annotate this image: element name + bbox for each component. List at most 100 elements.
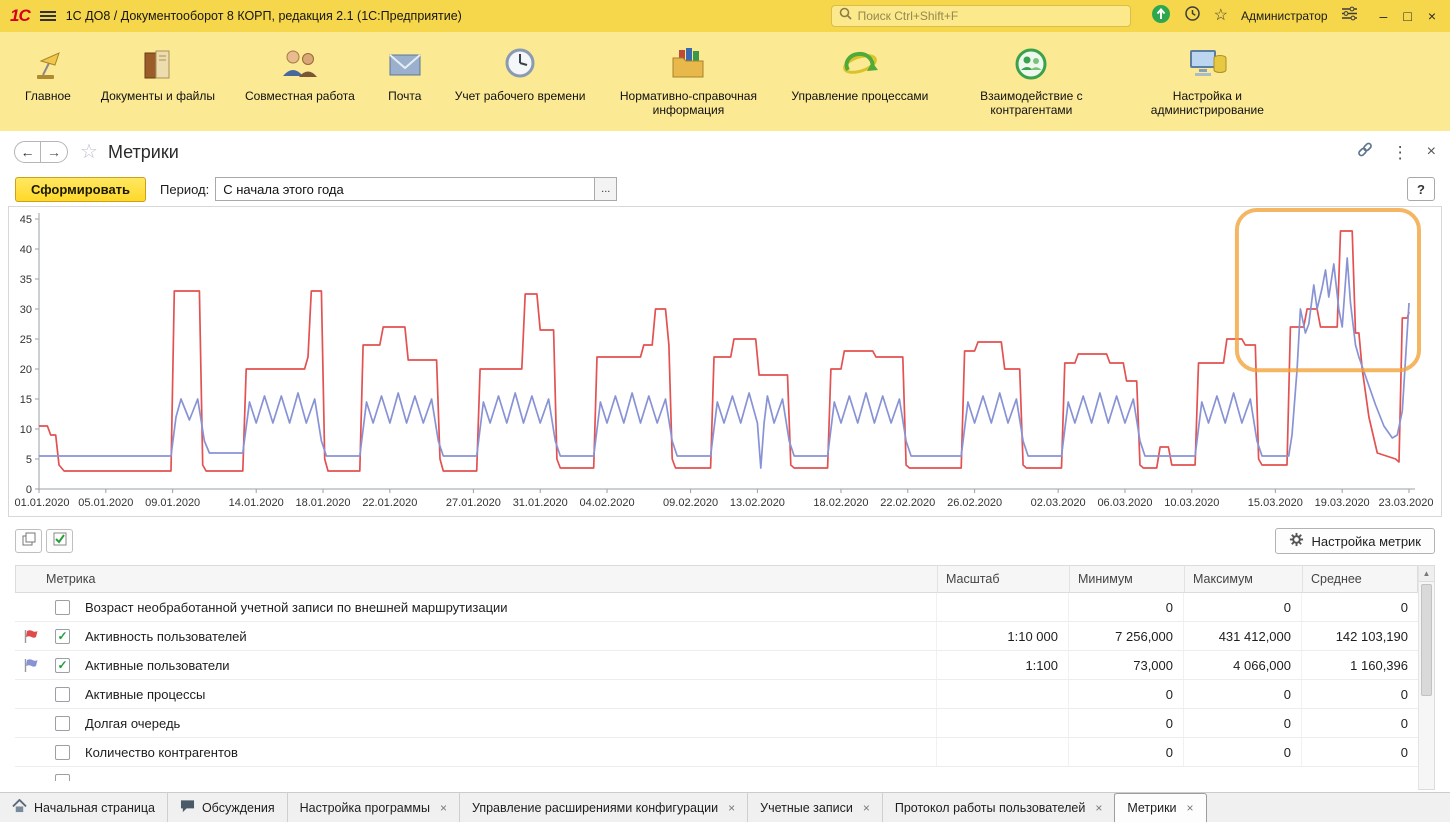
taskbar-tab-1[interactable]: Обсуждения [168, 793, 288, 822]
table-header[interactable]: Метрика Масштаб Минимум Максимум Среднее [15, 565, 1418, 593]
metric-scale: 1:10 000 [936, 622, 1068, 650]
table-row[interactable]: Количество контрагентов 0 0 0 [15, 738, 1418, 767]
taskbar-tab-2[interactable]: Настройка программы × [288, 793, 460, 822]
metric-avg: 1 160,396 [1301, 651, 1418, 679]
select-all-button[interactable] [46, 529, 73, 553]
scrollbar-thumb[interactable] [1421, 584, 1432, 696]
table-row[interactable]: Возраст необработанной учетной записи по… [15, 593, 1418, 622]
ribbon-section-1[interactable]: Документы и файлы [86, 37, 230, 105]
service-status-icon[interactable] [1151, 4, 1171, 29]
taskbar-tab-4[interactable]: Учетные записи × [748, 793, 883, 822]
svg-text:31.01.2020: 31.01.2020 [513, 497, 568, 509]
metric-avg: 0 [1301, 680, 1418, 708]
table-row[interactable]: ✓ Активность пользователей 1:10 000 7 256,0… [15, 622, 1418, 651]
column-header-max[interactable]: Максимум [1184, 566, 1302, 592]
metric-avg: 142 103,190 [1301, 622, 1418, 650]
forward-button[interactable]: → [41, 141, 68, 163]
table-row[interactable]: Долгая очередь 0 0 0 [15, 709, 1418, 738]
tab-label: Протокол работы пользователей [894, 800, 1086, 815]
svg-text:26.02.2020: 26.02.2020 [947, 497, 1002, 509]
metric-checkbox[interactable] [55, 715, 70, 731]
more-actions-icon[interactable]: ⋮ [1392, 144, 1409, 161]
metric-checkbox[interactable] [55, 774, 70, 781]
search-placeholder: Поиск Ctrl+Shift+F [857, 9, 959, 23]
tab-close-icon[interactable]: × [863, 802, 870, 814]
svg-text:10.03.2020: 10.03.2020 [1164, 497, 1219, 509]
table-scrollbar[interactable]: ▲ [1418, 565, 1435, 790]
current-user[interactable]: Администратор [1241, 9, 1328, 23]
ribbon-section-4[interactable]: Учет рабочего времени [440, 37, 601, 105]
table-row[interactable]: ✓ Активные пользователи 1:100 73,000 4 066,0… [15, 651, 1418, 680]
computer-icon [1185, 39, 1229, 89]
tab-label: Метрики [1127, 801, 1177, 815]
column-header-avg[interactable]: Среднее [1302, 566, 1418, 592]
ribbon-section-3[interactable]: Почта [370, 37, 440, 105]
tab-close-icon[interactable]: × [440, 802, 447, 814]
clock-icon [500, 39, 540, 89]
global-search-input[interactable]: Поиск Ctrl+Shift+F [830, 5, 1131, 27]
metric-checkbox[interactable] [55, 686, 70, 702]
metric-checkbox[interactable] [55, 599, 70, 615]
ribbon-section-5[interactable]: Нормативно-справочная информация [600, 37, 776, 119]
window-titlebar: 1С 1С ДО8 / Документооборот 8 КОРП, реда… [0, 0, 1450, 32]
ribbon-section-2[interactable]: Совместная работа [230, 37, 370, 105]
metric-scale [936, 680, 1068, 708]
taskbar-tab-3[interactable]: Управление расширениями конфигурации × [460, 793, 749, 822]
column-header-scale[interactable]: Масштаб [937, 566, 1069, 592]
back-button[interactable]: ← [14, 141, 41, 163]
metric-checkbox[interactable]: ✓ [55, 657, 70, 673]
generate-button[interactable]: Сформировать [15, 176, 147, 202]
metrics-chart[interactable]: 0 5 10 15 20 25 30 35 40 45 01.01.2020 05.01.2020 09… [8, 206, 1442, 517]
ribbon-section-7[interactable]: Взаимодействие с контрагентами [943, 37, 1119, 119]
help-button[interactable]: ? [1407, 177, 1435, 201]
metric-checkbox[interactable]: ✓ [55, 628, 70, 644]
ribbon-section-label: Взаимодействие с контрагентами [980, 89, 1083, 117]
close-form-icon[interactable]: × [1427, 144, 1436, 160]
folder-icon [668, 39, 708, 89]
table-row[interactable]: Активные процессы 0 0 0 [15, 680, 1418, 709]
taskbar-tab-5[interactable]: Протокол работы пользователей × [883, 793, 1116, 822]
table-row-partial[interactable] [15, 767, 1418, 781]
metric-max: 431 412,000 [1183, 622, 1301, 650]
check-all-icon [53, 532, 67, 551]
svg-text:35: 35 [20, 274, 32, 286]
ribbon-section-label: Настройка и администрирование [1150, 89, 1264, 117]
metric-min: 73,000 [1068, 651, 1183, 679]
scroll-up-icon[interactable]: ▲ [1419, 566, 1434, 582]
taskbar-tab-6[interactable]: Метрики × [1114, 793, 1207, 822]
history-icon[interactable] [1184, 5, 1201, 27]
tab-label: Настройка программы [299, 800, 430, 815]
maximize-button[interactable]: □ [1403, 9, 1411, 23]
app-logo: 1С [10, 6, 31, 25]
svg-text:09.02.2020: 09.02.2020 [663, 497, 718, 509]
tab-label: Начальная страница [34, 800, 155, 815]
period-picker-button[interactable]: ... [594, 177, 618, 201]
ribbon-section-label: Управление процессами [791, 89, 929, 103]
svg-text:04.02.2020: 04.02.2020 [580, 497, 635, 509]
close-window-button[interactable]: × [1428, 9, 1436, 23]
taskbar-tab-0[interactable]: Начальная страница [0, 793, 168, 822]
column-header-min[interactable]: Минимум [1069, 566, 1184, 592]
metric-scale [936, 738, 1068, 766]
period-input[interactable]: С начала этого года [215, 177, 596, 201]
ribbon-section-8[interactable]: Настройка и администрирование [1119, 37, 1295, 119]
ribbon-section-0[interactable]: Главное [10, 37, 86, 105]
metric-max: 0 [1183, 738, 1301, 766]
ribbon-section-6[interactable]: Управление процессами [776, 37, 943, 105]
svg-text:10: 10 [20, 424, 32, 436]
main-menu-icon[interactable] [39, 10, 56, 22]
minimize-button[interactable]: – [1380, 9, 1388, 23]
favorites-icon[interactable]: ☆ [1214, 8, 1228, 24]
tab-close-icon[interactable]: × [1187, 802, 1194, 814]
svg-text:18.01.2020: 18.01.2020 [295, 497, 350, 509]
metric-checkbox[interactable] [55, 744, 70, 760]
metric-min: 7 256,000 [1068, 622, 1183, 650]
metrics-settings-button[interactable]: Настройка метрик [1274, 528, 1435, 554]
link-icon[interactable] [1356, 141, 1374, 163]
settings-sliders-icon[interactable] [1341, 6, 1358, 26]
tab-close-icon[interactable]: × [728, 802, 735, 814]
column-header-metric[interactable]: Метрика [16, 566, 937, 592]
tab-close-icon[interactable]: × [1095, 802, 1102, 814]
copy-button[interactable] [15, 529, 42, 553]
favorite-star-icon[interactable]: ☆ [80, 142, 98, 162]
